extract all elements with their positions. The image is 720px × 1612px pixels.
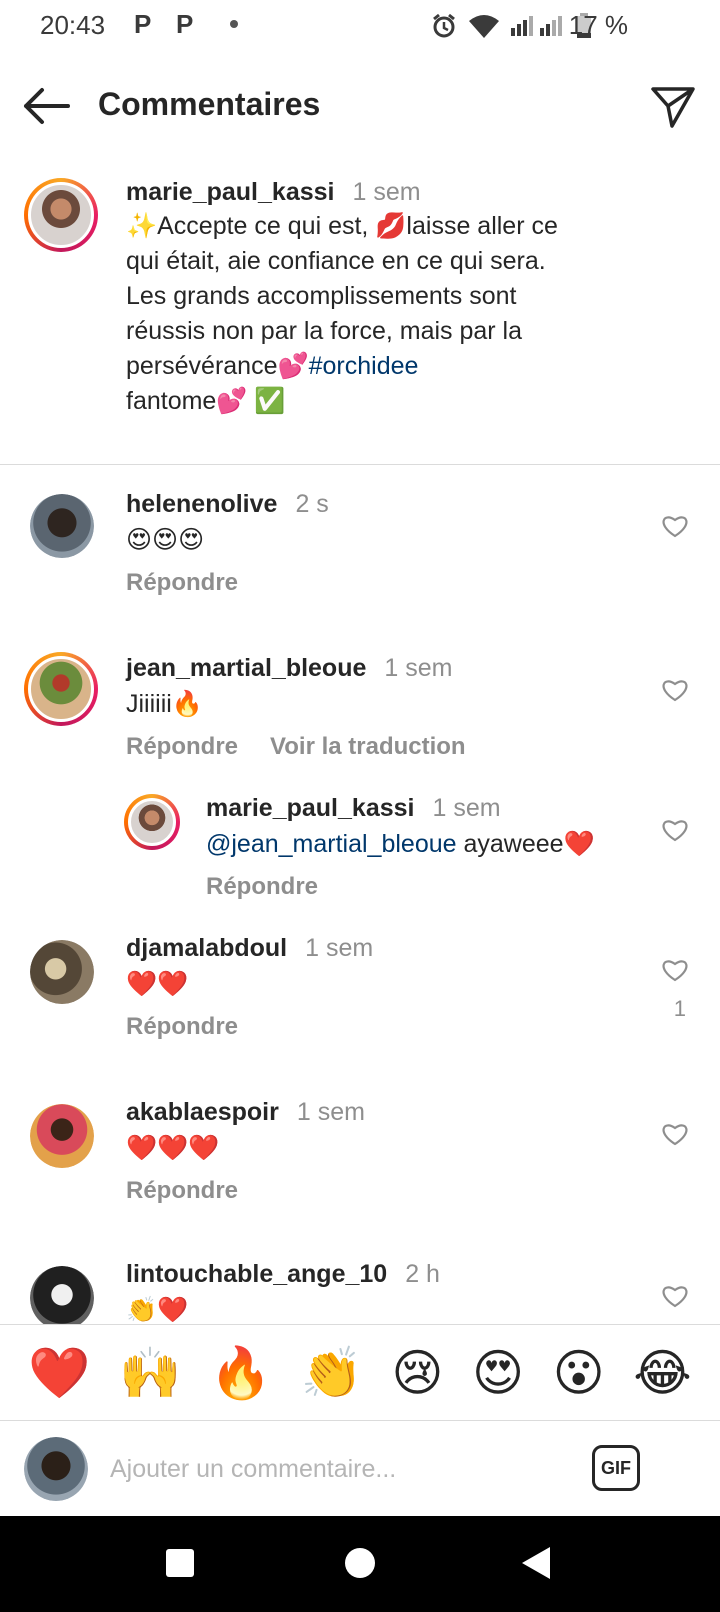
username[interactable]: djamalabdoul [126, 934, 287, 962]
signal-icon [511, 16, 562, 36]
emoji-heart-eyes-button[interactable]: 😍 [472, 1343, 524, 1403]
comment-text: Jiiiiii🔥 [126, 690, 203, 718]
arrow-left-icon[interactable] [22, 86, 72, 126]
mention-link[interactable]: @jean_martial_bleoue [206, 830, 457, 858]
username[interactable]: lintouchable_ange_10 [126, 1260, 387, 1288]
caption-text: ✨Accepte ce qui est, 💋laisse aller ce qu… [126, 209, 626, 419]
comment: jean_martial_bleoue 1 sem Jiiiiii🔥 Répond… [126, 654, 466, 761]
divider [0, 464, 720, 465]
recent-apps-icon[interactable] [166, 1549, 194, 1577]
avatar[interactable] [24, 178, 98, 252]
heart-icon[interactable] [662, 678, 688, 702]
username[interactable]: marie_paul_kassi [126, 178, 334, 206]
timestamp: 1 sem [432, 794, 501, 822]
comment-text: 😍😍😍 [126, 526, 205, 554]
username[interactable]: marie_paul_kassi [206, 794, 414, 822]
emoji-crying-button[interactable]: 😢 [391, 1343, 443, 1403]
reply-button[interactable]: Répondre [126, 569, 238, 596]
caption-text-part: fantome💕 ✅ [126, 387, 286, 415]
home-icon[interactable] [345, 1548, 375, 1578]
post-caption: marie_paul_kassi 1 sem ✨Accepte ce qui es… [126, 178, 626, 419]
status-icons [430, 8, 592, 44]
status-time: 20:43 [40, 10, 106, 40]
hashtag-link[interactable]: #orchidee [309, 352, 419, 380]
avatar[interactable] [30, 494, 94, 558]
paper-plane-icon[interactable] [650, 84, 696, 130]
emoji-heart-button[interactable]: ❤️ [28, 1343, 90, 1403]
avatar[interactable] [30, 1266, 94, 1324]
emoji-raised-hands-button[interactable]: 🙌 [119, 1343, 181, 1403]
reply-text: ayaweee❤️ [456, 830, 595, 858]
page-title: Commentaires [98, 86, 321, 122]
emoji-surprised-button[interactable]: 😮 [553, 1343, 605, 1403]
reply-button[interactable]: Répondre [126, 733, 238, 760]
heart-icon[interactable] [662, 514, 688, 538]
comment-input[interactable] [110, 1449, 570, 1489]
like-count: 1 [673, 996, 686, 1021]
comment: akablaespoir 1 sem ❤️❤️❤️ Répondre [126, 1098, 365, 1205]
comment-clip: lintouchable_ange_10 2 h 👏❤️ [0, 1240, 720, 1324]
timestamp: 1 sem [296, 1098, 365, 1126]
emoji-clap-button[interactable]: 👏 [301, 1343, 363, 1403]
comment: helenenolive 2 s 😍😍😍 Répondre [126, 490, 329, 597]
username[interactable]: jean_martial_bleoue [126, 654, 366, 682]
username[interactable]: akablaespoir [126, 1098, 279, 1126]
heart-icon[interactable] [662, 958, 688, 982]
timestamp: 2 s [295, 490, 329, 518]
timestamp: 1 sem [305, 934, 374, 962]
emoji-laughing-button[interactable]: 😂 [633, 1343, 691, 1403]
reply-button[interactable]: Répondre [126, 1013, 238, 1040]
battery-percentage: 17 % [568, 10, 628, 40]
reply-comment: marie_paul_kassi 1 sem @jean_martial_bleo… [206, 794, 595, 901]
notification-p-icon: P [176, 9, 194, 39]
back-triangle-icon[interactable] [522, 1547, 550, 1579]
reply-button[interactable]: Répondre [126, 1177, 238, 1204]
avatar [24, 1437, 88, 1501]
emoji-fire-button[interactable]: 🔥 [210, 1343, 272, 1403]
wifi-icon [469, 15, 499, 38]
comment-text: ❤️❤️ [126, 970, 189, 998]
timestamp: 1 sem [352, 178, 421, 206]
status-bar: 20:43 P P 17 % [0, 0, 720, 52]
avatar[interactable] [24, 652, 98, 726]
header: Commentaires [0, 70, 720, 146]
alarm-icon [433, 13, 455, 38]
heart-icon[interactable] [662, 1284, 688, 1308]
reply-button[interactable]: Répondre [206, 873, 318, 900]
navigation-bar [0, 1516, 720, 1612]
notification-dot-icon [230, 20, 238, 28]
translate-button[interactable]: Voir la traduction [270, 733, 466, 760]
comment-text: 👏❤️ [126, 1296, 189, 1324]
timestamp: 1 sem [384, 654, 453, 682]
timestamp: 2 h [405, 1260, 440, 1288]
notification-p-icon: P [134, 9, 152, 39]
comment-composer: GIF [0, 1420, 720, 1516]
heart-icon[interactable] [662, 1122, 688, 1146]
comment: lintouchable_ange_10 2 h 👏❤️ [126, 1260, 440, 1324]
username[interactable]: helenenolive [126, 490, 277, 518]
gif-button[interactable]: GIF [592, 1445, 640, 1491]
comment: djamalabdoul 1 sem ❤️❤️ Répondre [126, 934, 373, 1041]
emoji-quick-reactions: ❤️ 🙌 🔥 👏 😢 😍 😮 😂 [0, 1324, 720, 1420]
comment-text: @jean_martial_bleoue ayaweee❤️ [206, 827, 595, 861]
avatar[interactable] [30, 1104, 94, 1168]
avatar[interactable] [124, 794, 180, 850]
heart-icon[interactable] [662, 818, 688, 842]
comment-text: ❤️❤️❤️ [126, 1134, 220, 1162]
avatar[interactable] [30, 940, 94, 1004]
